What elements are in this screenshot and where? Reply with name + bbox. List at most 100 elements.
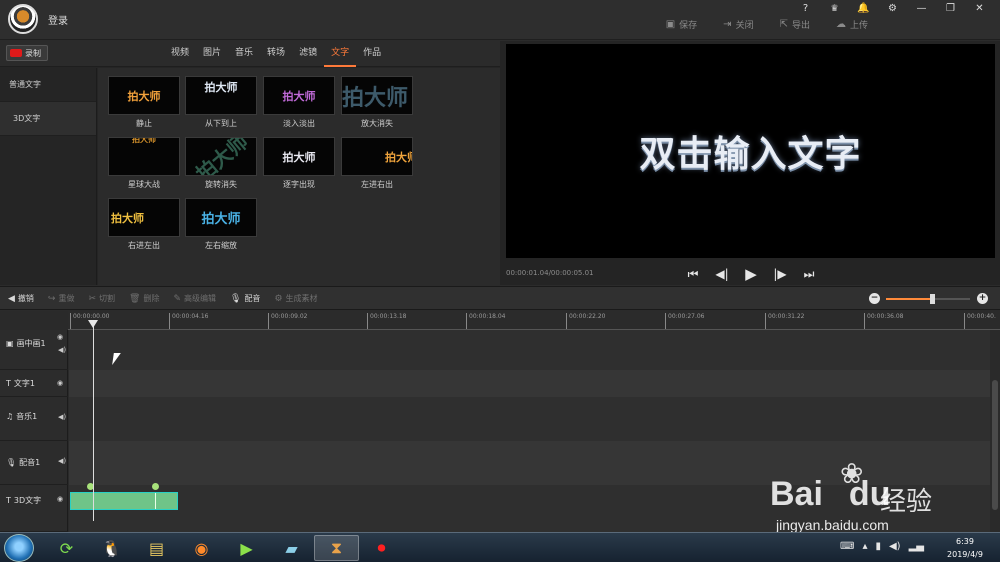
visibility-icon[interactable]: ◉ [57, 333, 63, 341]
thumbnail-item[interactable]: 拍大师 左右缩放 [185, 198, 257, 250]
advanced-edit-button[interactable]: ✎ 高级编辑 [173, 293, 216, 304]
playhead-handle[interactable] [88, 320, 98, 328]
thumbnail-preview: 拍大师 [341, 137, 413, 176]
tab-filter[interactable]: 滤镜 [292, 41, 324, 67]
thumbnail-label: 静止 [136, 119, 152, 128]
player-controls: ⏮ ◀| ▶ |▶ ⏭ [686, 265, 816, 283]
delete-button[interactable]: 🗑 删除 [129, 293, 159, 304]
tab-music[interactable]: 音乐 [228, 41, 260, 67]
clip-handle-end[interactable] [152, 483, 159, 490]
step-forward-button[interactable]: |▶ [773, 267, 787, 281]
thumbnail-preview: 拍大师 [108, 76, 180, 115]
thumbnail-item[interactable]: 拍大师 逐字出现 [263, 137, 335, 189]
battery-icon[interactable]: ▮ [875, 541, 881, 552]
close-button[interactable]: ⇥ 关闭 [723, 18, 753, 31]
thumbnail-item[interactable]: 拍大师 从下到上 [185, 76, 257, 128]
ruler-tick: 00:00:13.18 [367, 313, 407, 329]
thumbnail-item[interactable]: 拍大师 旋转消失 [185, 137, 257, 189]
system-clock[interactable]: 6:39 2019/4/9 [940, 535, 990, 561]
edit-tools: ◀ 撤销 ↪ 重做 ✂ 切割 🗑 删除 ✎ 高级编辑 🎙 配音 ⚙ 生成素材 [8, 293, 318, 304]
tab-video[interactable]: 视频 [164, 41, 196, 67]
qq-icon[interactable]: 🐧 [89, 535, 134, 561]
track-lane[interactable] [69, 397, 990, 441]
category-plain-text[interactable]: 普通文字 [0, 68, 96, 102]
refresh-app-icon[interactable]: ⟳ [44, 535, 89, 561]
record-app-icon[interactable]: ⏺ [359, 535, 404, 561]
close-doc-icon: ⇥ [723, 19, 732, 30]
thumbnail-item[interactable]: 拍大师 淡入淡出 [263, 76, 335, 128]
ruler-tick: 00:00:36.08 [864, 313, 904, 329]
close-window-button[interactable]: ✕ [965, 2, 994, 16]
cut-button[interactable]: ✂ 切割 [88, 293, 115, 304]
volume-icon[interactable]: ◀) [889, 541, 901, 552]
preview-screen[interactable]: 双击输入文字 [506, 44, 995, 258]
tab-text[interactable]: 文字 [324, 41, 357, 67]
ruler-tick: 00:00:27.06 [665, 313, 705, 329]
redo-button[interactable]: ↪ 重做 [48, 293, 75, 304]
zoom-handle[interactable] [930, 294, 936, 304]
speaker-icon[interactable]: ◀) [58, 457, 66, 465]
time-ruler[interactable]: 00:00:00.00 00:00:04.16 00:00:09.02 00:0… [68, 311, 1000, 330]
category-3d-text[interactable]: 3D文字 [0, 102, 96, 136]
thumbnail-item[interactable]: 拍大师 星球大战 [108, 137, 180, 189]
speaker-icon[interactable]: ◀) [58, 346, 66, 354]
play-button[interactable]: ▶ [744, 265, 758, 283]
thumbnail-item[interactable]: 拍大师 放大消失 [341, 76, 413, 128]
thumbnail-preview: 拍大师 [263, 76, 335, 115]
3d-text-clip[interactable] [70, 492, 178, 510]
system-tray: ⌨ ▴ ▮ ◀) ▂▄ [840, 541, 924, 552]
ruler-tick: 00:00:09.02 [268, 313, 308, 329]
start-button[interactable] [4, 534, 34, 562]
thumbnail-label: 左右缩放 [205, 241, 237, 250]
track-header-music: ♫ 音乐1 ◀) [0, 397, 68, 441]
notes-app-icon[interactable]: ▰ [269, 535, 314, 561]
tab-works[interactable]: 作品 [356, 41, 388, 67]
tab-image[interactable]: 图片 [196, 41, 228, 67]
visibility-icon[interactable]: ◉ [57, 495, 63, 503]
zoom-in-button[interactable]: + [977, 293, 988, 304]
file-explorer-icon[interactable]: ▤ [134, 535, 179, 561]
track-lane[interactable] [69, 330, 990, 370]
skip-start-button[interactable]: ⏮ [686, 267, 700, 282]
media-app-icon[interactable]: ▶ [224, 535, 269, 561]
app-logo-icon [8, 4, 38, 34]
save-button[interactable]: ▣ 保存 [666, 18, 697, 31]
record-button[interactable]: 录制 [6, 45, 48, 61]
speaker-icon[interactable]: ◀) [58, 413, 66, 421]
export-button[interactable]: ⇱ 导出 [780, 18, 810, 31]
minimize-button[interactable]: — [907, 2, 936, 16]
paidashi-app-icon[interactable]: ⧗ [314, 535, 359, 561]
settings-icon[interactable]: ⚙ [878, 2, 907, 16]
notification-icon[interactable]: 🔔 [849, 2, 878, 16]
vip-icon[interactable]: ♛ [820, 2, 849, 16]
thumbnail-item[interactable]: 拍大师 右进左出 [108, 198, 180, 250]
voiceover-button[interactable]: 🎙 配音 [230, 293, 260, 304]
thumbnail-item[interactable]: 拍大师 静止 [108, 76, 180, 128]
preview-text[interactable]: 双击输入文字 [639, 125, 861, 177]
upload-icon: ☁ [835, 19, 846, 30]
undo-button[interactable]: ◀ 撤销 [8, 293, 34, 304]
arrow-up-icon[interactable]: ▴ [862, 541, 867, 552]
scrollbar-thumb[interactable] [992, 380, 998, 510]
zoom-fill [886, 298, 933, 300]
help-button[interactable]: ? [791, 2, 820, 16]
skip-end-button[interactable]: ⏭ [802, 267, 816, 282]
zoom-slider[interactable]: − + [866, 293, 990, 305]
timeline-scrollbar[interactable] [990, 330, 1000, 532]
keyboard-icon[interactable]: ⌨ [840, 541, 854, 552]
thumbnail-item[interactable]: 拍大师 左进右出 [341, 137, 413, 189]
edit-icon: ✎ [173, 293, 181, 304]
firefox-icon[interactable]: ◉ [179, 535, 224, 561]
maximize-button[interactable]: ❐ [936, 2, 965, 16]
upload-button[interactable]: ☁ 上传 [836, 18, 868, 31]
zoom-out-button[interactable]: − [869, 293, 880, 304]
tab-transition[interactable]: 转场 [260, 41, 292, 67]
ruler-tick: 00:00:31.22 [765, 313, 805, 329]
media-library: 录制 视频 图片 音乐 转场 滤镜 文字 作品 普通文字 3D文字 拍大师 静止… [0, 41, 500, 285]
visibility-icon[interactable]: ◉ [57, 379, 63, 387]
generate-material-button[interactable]: ⚙ 生成素材 [274, 293, 317, 304]
login-link[interactable]: 登录 [48, 12, 68, 27]
network-icon[interactable]: ▂▄ [909, 541, 924, 552]
track-lane[interactable] [69, 370, 990, 397]
step-back-button[interactable]: ◀| [715, 267, 729, 281]
